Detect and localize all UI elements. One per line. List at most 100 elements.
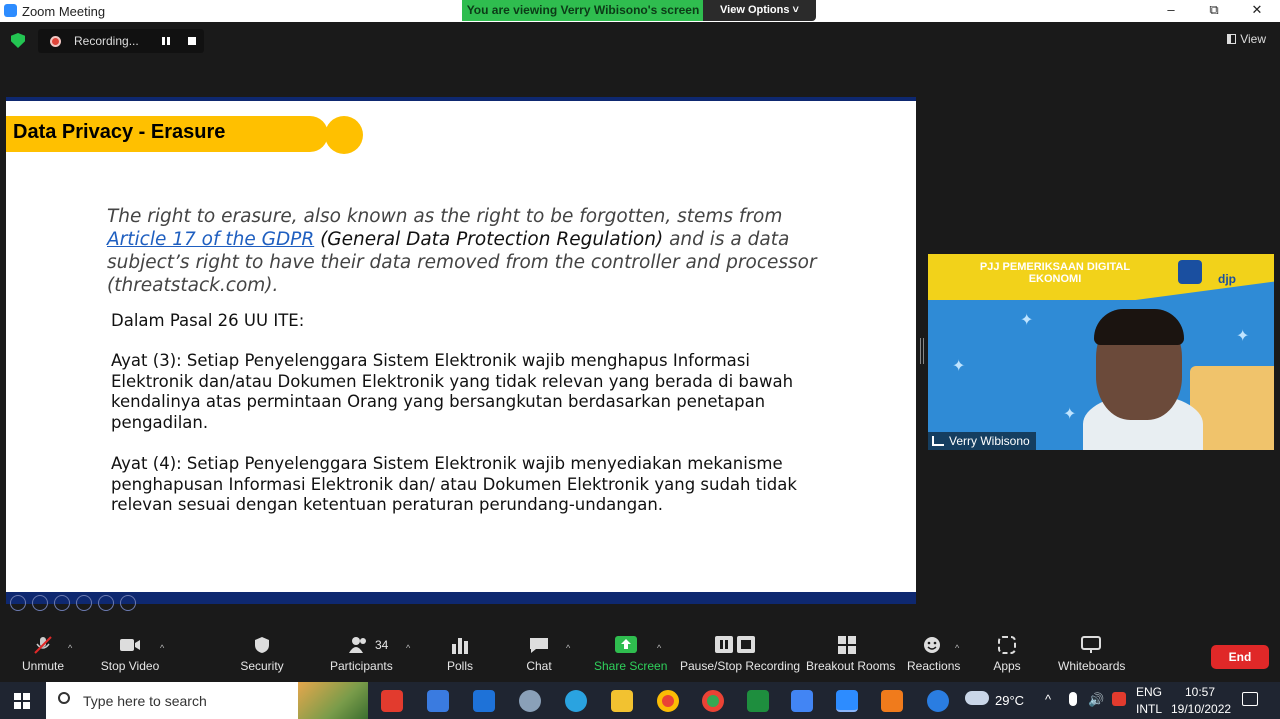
djp-logo-text: djp — [1218, 272, 1236, 286]
restore-button[interactable]: ⧉ — [1200, 1, 1228, 21]
notification-app-icon[interactable] — [1112, 692, 1126, 706]
participant-hair — [1094, 309, 1184, 345]
windows-start-icon[interactable] — [14, 693, 30, 709]
window-title: Zoom Meeting — [22, 4, 106, 19]
stop-recording-icon[interactable] — [188, 37, 196, 45]
store-icon[interactable] — [427, 690, 449, 712]
clock-date[interactable]: 19/10/2022 — [1171, 702, 1231, 716]
minimize-button[interactable]: – — [1157, 1, 1185, 21]
encryption-shield-icon[interactable] — [11, 33, 25, 48]
next-slide-icon[interactable] — [32, 595, 48, 611]
whiteboards-label: Whiteboards — [1058, 659, 1126, 673]
help-icon[interactable] — [927, 690, 949, 712]
video-options-caret-icon[interactable]: ^ — [160, 643, 164, 653]
gdpr-quote: The right to erasure, also known as the … — [107, 205, 832, 297]
view-label: View — [1240, 32, 1266, 46]
chrome-icon[interactable] — [657, 690, 679, 712]
shared-slide: Data Privacy - Erasure The right to eras… — [6, 97, 916, 611]
ayat-3-paragraph: Ayat (3): Setiap Penyelenggara Sistem El… — [111, 351, 794, 432]
chat-button[interactable]: Chat — [526, 636, 552, 673]
paint-icon[interactable] — [519, 690, 541, 712]
view-options-button[interactable]: View Options ˅ — [703, 0, 816, 21]
participants-button[interactable]: 34 Participants — [330, 636, 393, 673]
share-screen-button[interactable]: Share Screen — [594, 636, 667, 673]
weather-temperature[interactable]: 29°C — [995, 693, 1024, 708]
gdpr-article-link[interactable]: Article 17 of the GDPR — [107, 229, 314, 250]
reactions-label: Reactions — [907, 659, 961, 673]
chrome-profile-icon[interactable] — [702, 690, 724, 712]
security-shield-icon — [255, 637, 269, 653]
close-button[interactable]: ✕ — [1243, 1, 1271, 21]
zoom-taskbar-icon[interactable] — [836, 690, 858, 712]
reactions-caret-icon[interactable]: ^ — [955, 643, 959, 653]
more-icon[interactable] — [120, 595, 136, 611]
pen-icon[interactable] — [54, 595, 70, 611]
breakout-rooms-icon — [838, 636, 856, 654]
input-language[interactable]: ENG — [1136, 685, 1162, 699]
participant-video-tile[interactable]: PJJ PEMERIKSAAN DIGITAL EKONOMI djp ✦ ✦ … — [928, 254, 1274, 450]
speaker-icon[interactable]: 🔊 — [1088, 692, 1104, 708]
unmute-button[interactable]: Unmute — [22, 636, 64, 673]
docs-icon[interactable] — [791, 690, 813, 712]
whiteboard-icon — [1081, 636, 1101, 653]
chat-caret-icon[interactable]: ^ — [566, 643, 570, 653]
view-layout-button[interactable]: View — [1227, 32, 1266, 46]
background-title: PJJ PEMERIKSAAN DIGITAL EKONOMI — [979, 261, 1131, 285]
zoom-icon[interactable] — [98, 595, 114, 611]
pause-stop-recording-icon — [715, 636, 755, 653]
share-options-caret-icon[interactable]: ^ — [657, 643, 661, 653]
reactions-button[interactable]: Reactions — [907, 636, 961, 673]
taskbar-search-box[interactable]: Type here to search — [46, 682, 368, 719]
meeting-toolbar: Unmute ^ Stop Video ^ Security 34 Partic… — [0, 625, 1280, 682]
apps-icon — [998, 636, 1016, 654]
pause-recording-icon[interactable] — [162, 37, 170, 45]
muted-mic-icon — [34, 636, 52, 654]
recording-indicator: Recording... — [38, 29, 204, 53]
breakout-rooms-button[interactable]: Breakout Rooms — [806, 636, 895, 673]
windows-taskbar: Type here to search 29°C ^ 🔊 ENG INTL 10… — [0, 682, 1280, 719]
pause-stop-recording-label: Pause/Stop Recording — [680, 659, 801, 673]
kemenkeu-logo — [1178, 260, 1202, 284]
pdf-icon[interactable] — [881, 690, 903, 712]
search-placeholder: Type here to search — [83, 693, 207, 709]
panel-splitter-handle[interactable] — [920, 338, 924, 364]
participants-label: Participants — [330, 659, 393, 673]
record-dot-icon — [50, 36, 61, 47]
edge-browser-icon[interactable] — [565, 690, 587, 712]
action-center-icon[interactable] — [1242, 692, 1258, 706]
video-camera-icon — [120, 639, 140, 651]
chat-label: Chat — [526, 659, 552, 673]
participants-icon — [349, 637, 366, 653]
clock-time[interactable]: 10:57 — [1185, 685, 1215, 699]
layout-icon — [1227, 34, 1237, 44]
apps-button[interactable]: Apps — [992, 636, 1022, 673]
reactions-smiley-icon — [924, 637, 940, 653]
polls-icon — [452, 638, 468, 654]
audio-options-caret-icon[interactable]: ^ — [68, 643, 72, 653]
presentation-app-icon[interactable] — [381, 690, 403, 712]
stop-video-button[interactable]: Stop Video — [100, 636, 160, 673]
pasal-heading: Dalam Pasal 26 UU ITE: — [111, 311, 305, 330]
participants-count: 34 — [375, 638, 389, 652]
slides-grid-icon[interactable] — [76, 595, 92, 611]
signal-icon — [932, 436, 944, 446]
participants-caret-icon[interactable]: ^ — [406, 643, 410, 653]
security-button[interactable]: Security — [238, 636, 286, 673]
file-explorer-icon[interactable] — [611, 690, 633, 712]
search-icon — [58, 692, 70, 704]
prev-slide-icon[interactable] — [10, 595, 26, 611]
weather-cloud-icon[interactable] — [965, 691, 989, 705]
input-layout[interactable]: INTL — [1136, 702, 1162, 716]
polls-button[interactable]: Polls — [446, 636, 474, 673]
whiteboards-button[interactable]: Whiteboards — [1058, 636, 1126, 673]
pause-stop-recording-button[interactable]: Pause/Stop Recording — [680, 636, 800, 673]
sheets-icon[interactable] — [747, 690, 769, 712]
screen-share-banner: You are viewing Verry Wibisono's screen — [462, 0, 704, 21]
sparkle-icon: ✦ — [1236, 328, 1250, 345]
microphone-icon[interactable] — [1069, 692, 1077, 706]
stop-video-label: Stop Video — [100, 659, 160, 673]
show-hidden-icons-caret-icon[interactable]: ^ — [1045, 692, 1051, 707]
end-meeting-button[interactable]: End — [1211, 645, 1269, 669]
sparkle-icon: ✦ — [1063, 406, 1077, 423]
mail-icon[interactable] — [473, 690, 495, 712]
